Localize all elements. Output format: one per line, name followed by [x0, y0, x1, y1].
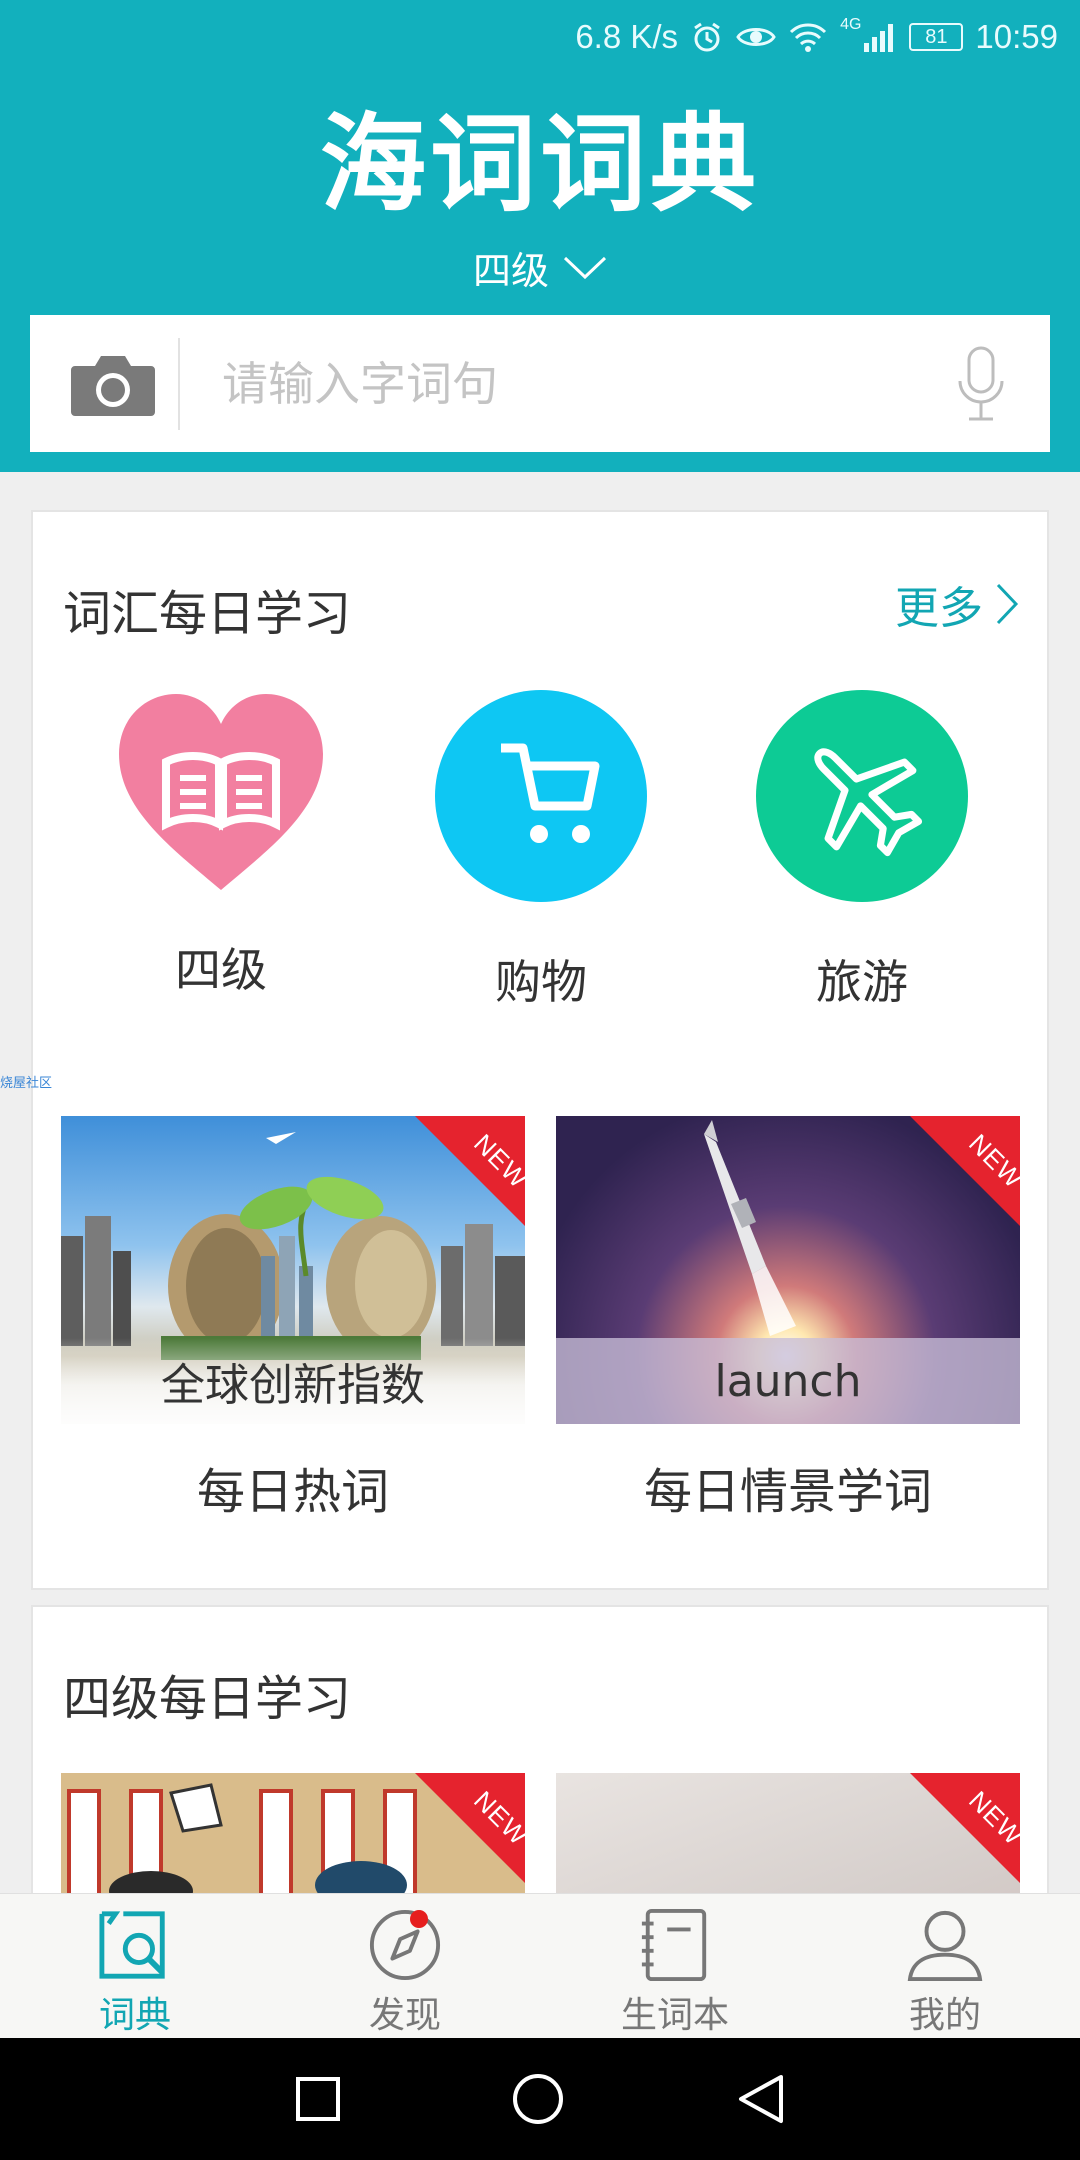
category-travel[interactable]: 旅游 [742, 690, 982, 1012]
notification-dot [410, 1910, 428, 1928]
camera-icon [71, 355, 155, 416]
tab-label: 词典 [98, 1995, 171, 2036]
new-badge-text: NEW [468, 1128, 525, 1195]
cet4-tile[interactable]: NEW [61, 1773, 525, 1893]
more-label: 更多 [895, 583, 983, 634]
vocab-daily-card: 词汇每日学习 更多 四级 购物 旅游 全球创新指数 NEW 每日热词 launc… [31, 510, 1049, 1590]
category-shopping[interactable]: 购物 [421, 690, 661, 1012]
chevron-right-icon [996, 583, 1019, 625]
scene-word-tile[interactable]: launch NEW 每日情景学词 [556, 1116, 1020, 1522]
new-badge-text: NEW [963, 1785, 1020, 1852]
network-speed: 6.8 K/s [575, 18, 679, 55]
new-badge: NEW [415, 1773, 525, 1883]
cet4-tile-image: NEW [556, 1773, 1020, 1893]
app-logo: 海词词典 [320, 103, 760, 226]
new-badge-text: NEW [468, 1785, 525, 1852]
recent-apps-icon[interactable] [295, 2076, 341, 2122]
compass-icon [369, 1909, 441, 1981]
tab-label: 生词本 [620, 1995, 729, 2036]
tab-discover[interactable]: 发现 [270, 1894, 540, 2038]
hot-word-image: 全球创新指数 NEW [61, 1116, 525, 1424]
search-bar [30, 315, 1050, 452]
tab-label: 发现 [368, 1995, 441, 2036]
new-badge: NEW [910, 1773, 1020, 1883]
new-badge-text: NEW [963, 1128, 1020, 1195]
alarm-icon [694, 22, 720, 52]
more-link[interactable]: 更多 [895, 572, 1019, 636]
book-icon [119, 694, 323, 890]
tab-profile[interactable]: 我的 [810, 1894, 1080, 2038]
category-label: 旅游 [816, 955, 908, 1009]
tab-vocabulary-book[interactable]: 生词本 [540, 1894, 810, 2038]
community-watermark: 烧屋社区 [0, 1076, 53, 1091]
cart-icon [435, 690, 647, 902]
dictionary-icon [99, 1911, 165, 1979]
level-label: 四级 [472, 249, 549, 293]
voice-button[interactable] [936, 345, 1026, 423]
microphone-icon [958, 346, 1004, 420]
tile-overlay-text: launch [556, 1338, 1020, 1424]
chevron-down-icon [563, 256, 607, 279]
camera-button[interactable] [58, 350, 168, 418]
status-bar: 6.8 K/s 4G 81 10:59 [575, 14, 1058, 60]
category-label: 四级 [175, 943, 267, 997]
bottom-tab-bar: 词典 发现 生词本 我的 [0, 1893, 1080, 2038]
wifi-icon [790, 23, 827, 52]
category-cet4[interactable]: 四级 [101, 690, 341, 1000]
system-navigation-bar [0, 2038, 1080, 2160]
hot-word-tile[interactable]: 全球创新指数 NEW 每日热词 [61, 1116, 525, 1522]
tab-label: 我的 [908, 1995, 981, 2036]
new-badge: NEW [910, 1116, 1020, 1226]
level-selector[interactable]: 四级 [0, 240, 1080, 295]
scene-word-image: launch NEW [556, 1116, 1020, 1424]
battery-icon: 81 [909, 23, 964, 51]
vocab-section-title: 词汇每日学习 [63, 586, 352, 642]
profile-icon [907, 1910, 983, 1982]
notebook-icon [641, 1908, 707, 1982]
airplane-icon [756, 690, 968, 902]
eye-comfort-icon [736, 28, 776, 46]
back-icon[interactable] [735, 2073, 785, 2125]
tile-overlay-text: 全球创新指数 [61, 1338, 525, 1424]
app-header: 6.8 K/s 4G 81 10:59 海词词典 四级 [0, 0, 1080, 472]
network-type: 4G [840, 16, 862, 33]
search-input[interactable] [180, 315, 936, 452]
clock: 10:59 [975, 18, 1058, 55]
tile-caption: 每日情景学词 [643, 1464, 932, 1520]
cet4-tile[interactable]: NEW [556, 1773, 1020, 1893]
tab-dictionary[interactable]: 词典 [0, 1894, 270, 2038]
signal-icon [864, 24, 894, 52]
category-label: 购物 [495, 955, 587, 1009]
new-badge: NEW [415, 1116, 525, 1226]
cet4-section-title: 四级每日学习 [63, 1671, 352, 1727]
home-icon[interactable] [511, 2072, 565, 2126]
cet4-tile-image: NEW [61, 1773, 525, 1893]
tile-caption: 每日热词 [196, 1464, 389, 1520]
battery-level: 81 [925, 25, 948, 48]
